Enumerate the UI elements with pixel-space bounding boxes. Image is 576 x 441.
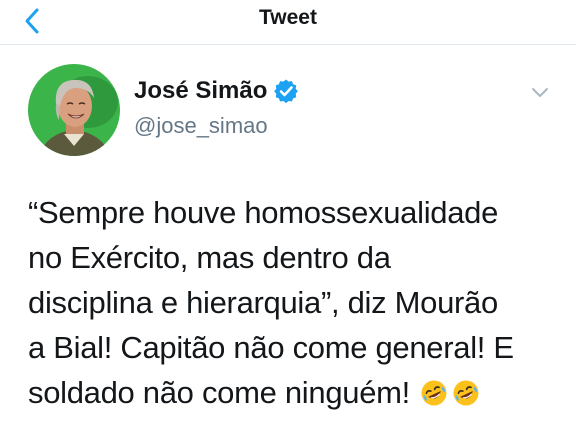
emoji-group bbox=[416, 370, 480, 415]
avatar-photo-icon bbox=[28, 64, 120, 156]
author-handle[interactable]: @jose_simao bbox=[134, 113, 268, 139]
tweet-text: “Sempre houve homossexualidade no Exérci… bbox=[28, 190, 568, 415]
avatar[interactable] bbox=[28, 64, 120, 156]
verified-badge-icon bbox=[274, 79, 299, 104]
top-bar: Tweet bbox=[0, 0, 576, 45]
page-title: Tweet bbox=[259, 6, 317, 29]
author-display-name[interactable]: José Simão bbox=[134, 77, 267, 105]
chevron-down-icon[interactable] bbox=[530, 86, 550, 100]
tweet-text-line: a Bial! Capitão não come general! E bbox=[28, 330, 514, 365]
tweet-text-line: no Exército, mas dentro da bbox=[28, 240, 391, 275]
tweet-text-line: soldado não come ninguém! bbox=[28, 375, 410, 410]
rolling-on-floor-laughing-emoji-icon bbox=[421, 380, 447, 406]
tweet-text-line: disciplina e hierarquia”, diz Mourão bbox=[28, 285, 498, 320]
tweet-text-line: “Sempre houve homossexualidade bbox=[28, 195, 499, 230]
tweet-text-line-last: soldado não come ninguém! bbox=[28, 370, 568, 415]
author-name-row: José Simão bbox=[134, 77, 299, 105]
rolling-on-floor-laughing-emoji-icon bbox=[453, 380, 479, 406]
